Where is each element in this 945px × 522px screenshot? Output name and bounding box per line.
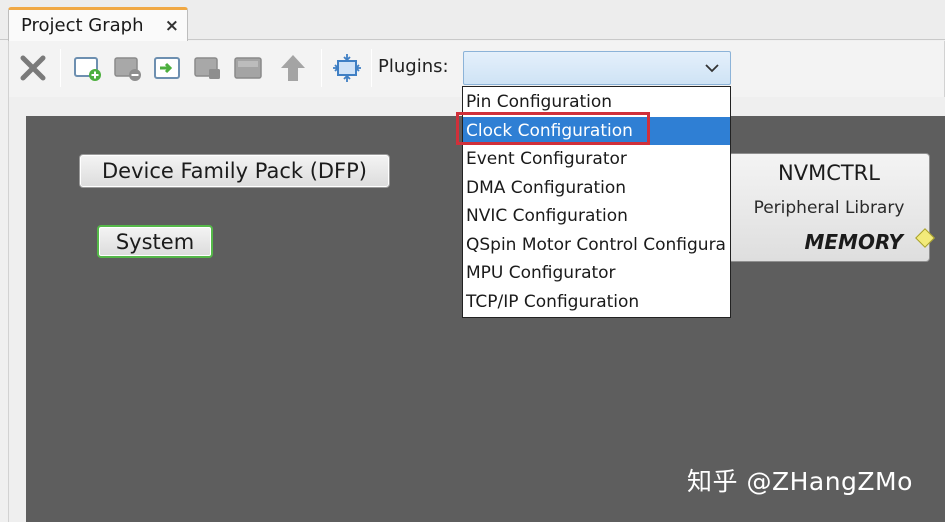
menu-item-mpu-configurator[interactable]: MPU Configurator bbox=[463, 259, 730, 288]
export-icon[interactable] bbox=[192, 52, 224, 84]
dfp-node[interactable]: Device Family Pack (DFP) bbox=[79, 154, 390, 188]
nvmctrl-category: MEMORY bbox=[804, 230, 903, 254]
tab-title: Project Graph bbox=[21, 15, 144, 36]
toolbar-separator bbox=[321, 49, 322, 87]
watermark: 知乎 @ZHangZMo bbox=[687, 467, 913, 496]
tab-strip: Project Graph × bbox=[0, 0, 945, 41]
up-arrow-icon[interactable] bbox=[277, 52, 309, 84]
nvmctrl-subtitle: Peripheral Library bbox=[753, 198, 905, 218]
toolbar-separator bbox=[371, 49, 372, 87]
highlight-annotation-box bbox=[456, 112, 650, 145]
chevron-down-icon bbox=[705, 64, 719, 73]
remove-component-icon[interactable] bbox=[112, 52, 144, 84]
tab-project-graph[interactable]: Project Graph × bbox=[8, 7, 188, 41]
import-icon[interactable] bbox=[152, 52, 184, 84]
nvmctrl-title: NVMCTRL bbox=[778, 161, 880, 185]
nvmctrl-node[interactable]: NVMCTRL Peripheral Library MEMORY bbox=[728, 153, 930, 262]
save-icon[interactable] bbox=[232, 52, 264, 84]
menu-item-tcpip-configuration[interactable]: TCP/IP Configuration bbox=[463, 288, 730, 317]
toolbar-separator bbox=[60, 49, 61, 87]
menu-item-event-configurator[interactable]: Event Configurator bbox=[463, 145, 730, 174]
close-icon[interactable]: × bbox=[165, 16, 179, 36]
add-component-icon[interactable] bbox=[72, 52, 104, 84]
delete-icon[interactable] bbox=[17, 52, 49, 84]
menu-item-nvic-configuration[interactable]: NVIC Configuration bbox=[463, 202, 730, 231]
menu-item-qspin-motor-control[interactable]: QSpin Motor Control Configura bbox=[463, 231, 730, 260]
system-node[interactable]: System bbox=[97, 225, 213, 258]
plugins-dropdown[interactable] bbox=[463, 51, 731, 85]
menu-item-dma-configuration[interactable]: DMA Configuration bbox=[463, 174, 730, 203]
plugins-label: Plugins: bbox=[378, 56, 449, 77]
fit-view-icon[interactable] bbox=[331, 52, 363, 84]
